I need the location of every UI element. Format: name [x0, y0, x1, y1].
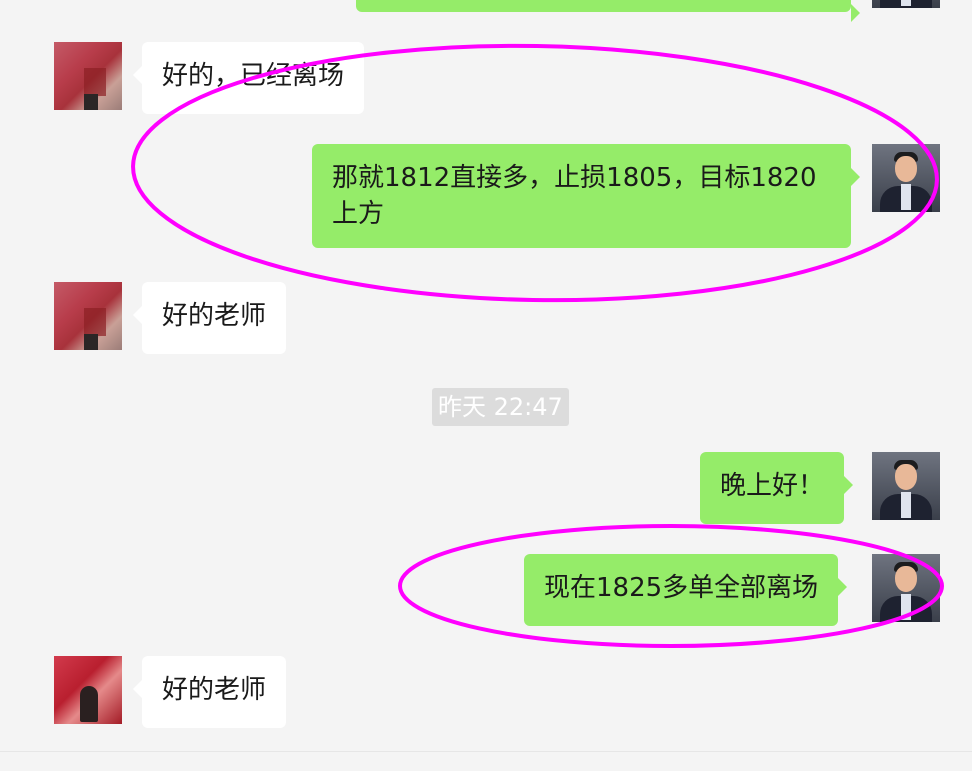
avatar[interactable]	[54, 42, 122, 110]
avatar[interactable]	[872, 452, 940, 520]
message-bubble-outgoing[interactable]: 现在1825多单全部离场	[524, 554, 848, 626]
avatar[interactable]	[872, 554, 940, 622]
avatar[interactable]	[54, 282, 122, 350]
message-bubble-incoming[interactable]: 好的老师	[132, 656, 287, 728]
message-bubble-incoming[interactable]: 好的，已经离场	[132, 42, 365, 114]
avatar[interactable]	[872, 0, 940, 8]
timestamp: 昨天 22:47	[432, 388, 569, 426]
avatar[interactable]	[54, 656, 122, 724]
message-bubble-outgoing[interactable]: 晚上好！	[700, 452, 854, 524]
chat-window: 好的，已经离场 那就1812直接多，止损1805，目标1820上方 好的老师 昨…	[0, 0, 972, 771]
avatar[interactable]	[872, 144, 940, 212]
message-bubble-outgoing[interactable]: 那就1812直接多，止损1805，目标1820上方	[312, 144, 860, 248]
divider	[0, 751, 972, 752]
message-bubble-outgoing[interactable]	[356, 0, 860, 22]
message-bubble-incoming[interactable]: 好的老师	[132, 282, 287, 354]
